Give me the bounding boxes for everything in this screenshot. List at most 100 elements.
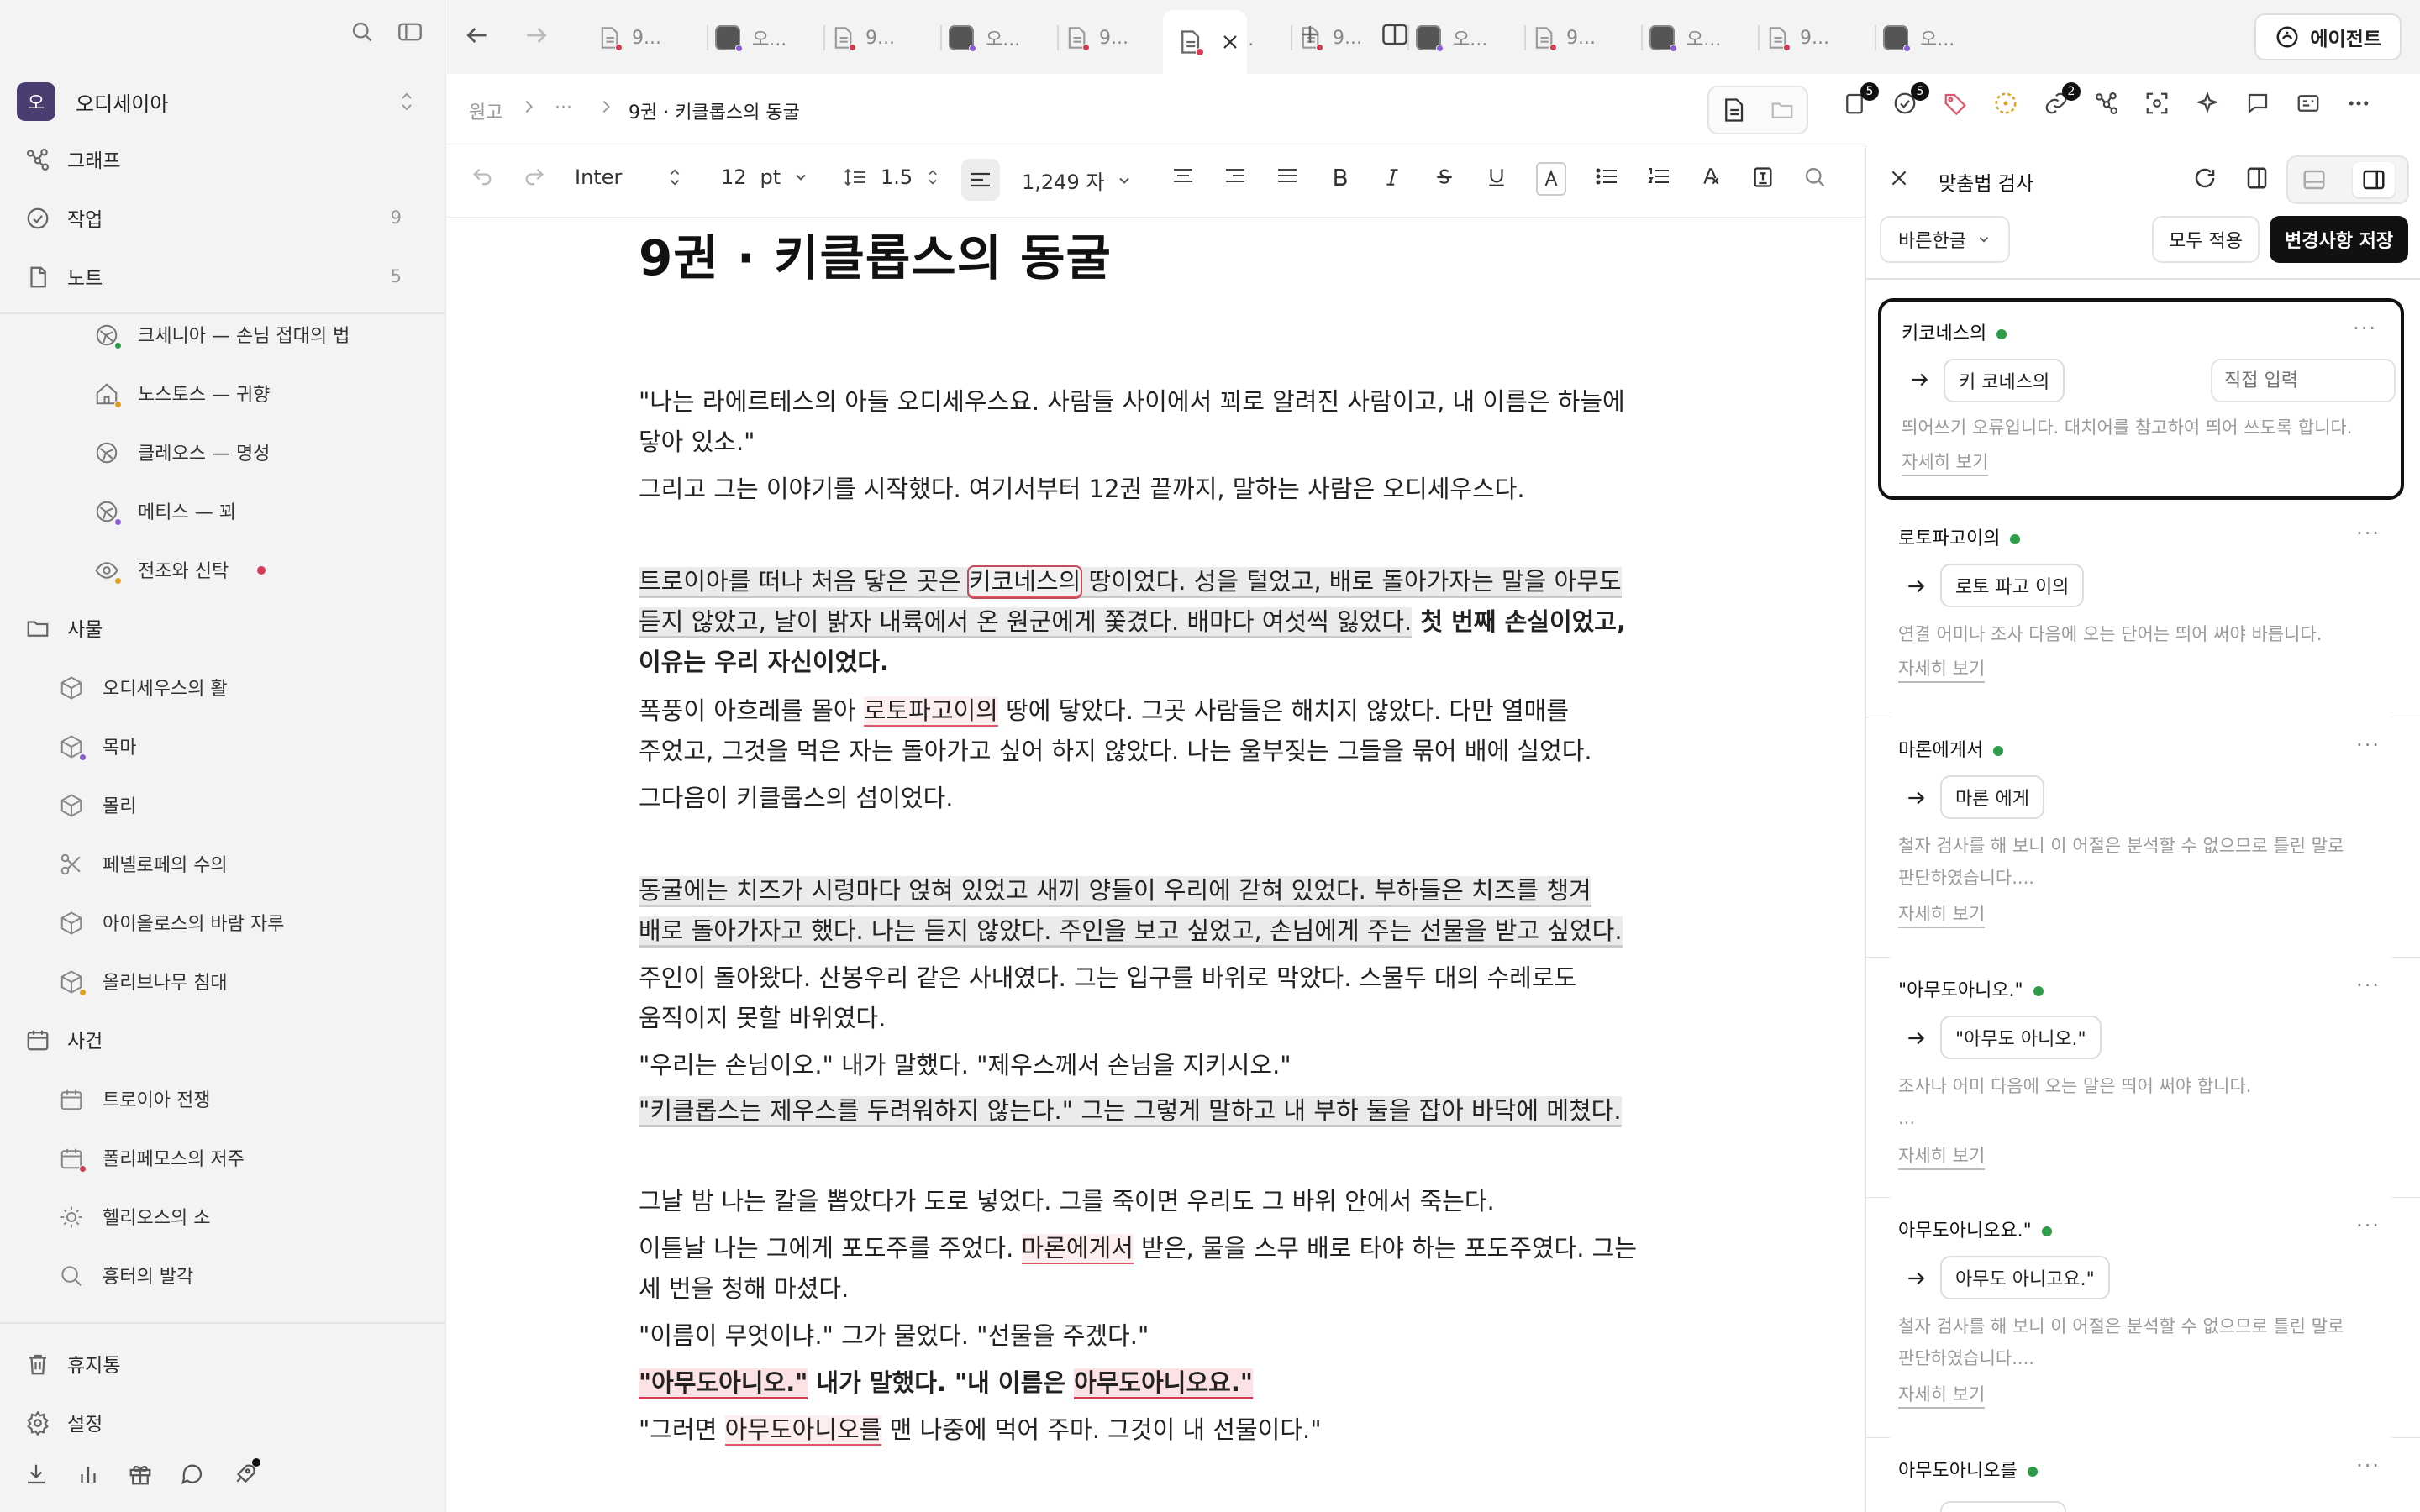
split-view-icon[interactable] [1381,22,1408,47]
spelling-error[interactable]: 아무도아니오를 [724,1415,882,1446]
thing-item[interactable]: 오디세우스의 활 [0,660,437,712]
bullet-list-icon[interactable] [1595,165,1618,187]
details-link[interactable]: 자세히 보기 [1902,449,1989,476]
more-horizontal-icon[interactable]: ··· [2353,317,2377,340]
font-size-select[interactable]: 12 pt [721,165,809,189]
nav-item-notes[interactable]: 노트 5 [0,250,437,302]
id-card-icon[interactable] [2296,91,2321,116]
note-item[interactable]: 전조와 신탁 [0,543,437,595]
more-horizontal-icon[interactable]: ··· [2356,1454,2381,1478]
document-title[interactable]: 9권 · 키클롭스의 동굴 [639,218,1112,289]
apply-all-button[interactable]: 모두 적용 [2152,216,2260,263]
chevron-updown-icon[interactable] [666,165,684,189]
event-item[interactable]: 폴리페모스의 저주 [0,1131,437,1183]
tab[interactable]: 오... [715,17,786,59]
status-circle-icon[interactable] [1993,91,2018,116]
section-events[interactable]: 사건 [0,1013,437,1065]
event-item[interactable]: 트로이아 전쟁 [0,1072,437,1124]
sparkle-icon[interactable] [2195,91,2220,116]
tab[interactable]: 9... [1533,17,1596,59]
suggestion-chip[interactable] [1940,1501,2066,1512]
tab[interactable]: 9... [1065,17,1128,59]
back-arrow-icon[interactable] [464,22,491,49]
spellcheck-panel-icon[interactable] [1751,165,1775,189]
paragraph[interactable]: "나는 라에르테스의 아들 오디세우스요. 사람들 사이에서 꾀로 알려진 사람… [639,381,1681,462]
note-item[interactable]: 크세니아 — 손님 접대의 법 [0,307,437,360]
paragraph[interactable]: "이름이 무엇이냐." 그가 물었다. "선물을 주겠다." [639,1315,1681,1356]
breadcrumb-ellipsis[interactable]: ··· [555,97,572,118]
thing-item[interactable]: 페넬로페의 수의 [0,837,437,889]
task-check-icon[interactable]: 5 [1892,82,1929,116]
thing-item[interactable]: 목마 [0,719,437,771]
chat-bubble-icon[interactable] [180,1462,205,1487]
details-link[interactable]: 자세히 보기 [1898,1143,1986,1170]
paragraph[interactable]: 폭풍이 아흐레를 몰아 로토파고이의 땅에 닿았다. 그곳 사람들은 해치지 않… [639,690,1681,771]
tag-icon[interactable] [1943,91,1968,116]
details-link[interactable]: 자세히 보기 [1898,901,1986,928]
event-item[interactable]: 흉터의 발각 [0,1248,437,1300]
paragraph[interactable]: 그리고 그는 이야기를 시작했다. 여기서부터 12권 끝까지, 말하는 사람은… [639,469,1681,509]
spelling-error[interactable]: 아무도아니오요." [1074,1368,1253,1399]
spelling-error[interactable]: 마론에게서 [1021,1234,1134,1264]
sidebar-toggle-icon[interactable] [397,20,423,44]
tab[interactable]: 9... [832,17,895,59]
document-editor[interactable]: 9권 · 키클롭스의 동굴 "나는 라에르테스의 아들 오디세우스요. 사람들 … [447,218,1865,1512]
paragraph[interactable]: 주인이 돌아왔다. 산봉우리 같은 사내였다. 그는 입구를 바위로 막았다. … [639,958,1681,1038]
thing-item[interactable]: 몰리 [0,778,437,830]
agent-button[interactable]: 에이전트 [2254,13,2402,60]
paragraph[interactable]: "그러면 아무도아니오를 맨 나중에 먹어 주마. 그것이 내 선물이다." [639,1410,1681,1450]
suggestion-card[interactable]: 로토파고이의 ··· 로토 파고 이의 연결 어미나 조사 다음에 오는 단어는… [1878,508,2404,710]
numbered-list-icon[interactable] [1647,165,1670,187]
new-tab-icon[interactable] [1297,22,1323,47]
tab[interactable]: 오... [949,17,1020,59]
engine-select[interactable]: 바른한글 [1880,216,2010,263]
comment-icon[interactable] [2245,91,2270,116]
document-icon[interactable] [1722,97,1745,123]
paragraph[interactable]: 그날 밤 나는 칼을 뽑았다가 도로 넣었다. 그를 죽이면 우리도 그 바위 … [639,1181,1681,1221]
nav-item-trash[interactable]: 휴지통 [0,1337,437,1389]
tab[interactable]: 9... [598,17,661,59]
save-changes-button[interactable]: 변경사항 저장 [2270,216,2409,263]
undo-icon[interactable] [471,165,494,189]
pages-icon[interactable]: 5 [1842,82,1879,116]
paragraph[interactable]: 그다음이 키클롭스의 섬이었다. [639,778,1681,818]
more-horizontal-icon[interactable] [2346,91,2371,116]
redo-icon[interactable] [523,165,546,189]
graph-icon[interactable] [2094,91,2119,116]
layout-right-icon[interactable] [2352,162,2395,197]
rocket-icon[interactable] [232,1458,260,1487]
paragraph[interactable]: "아무도아니오." 내가 말했다. "내 이름은 아무도아니오요." [639,1362,1681,1403]
tab[interactable]: 오... [1649,17,1721,59]
nav-item-tasks[interactable]: 작업 9 [0,192,437,244]
note-item[interactable]: 메티스 — 꾀 [0,484,437,536]
workspace-switcher[interactable]: 오 오디세이아 [17,81,429,123]
details-link[interactable]: 자세히 보기 [1898,1382,1986,1409]
search-icon[interactable] [350,20,374,44]
clear-format-icon[interactable] [1699,165,1723,187]
paragraph[interactable]: 이튿날 나는 그에게 포도주를 주었다. 마론에게서 받은, 물을 스무 배로 … [639,1228,1681,1309]
tab[interactable]: 오... [1416,17,1487,59]
thing-item[interactable]: 올리브나무 침대 [0,954,437,1006]
nav-item-graph[interactable]: 그래프 [0,133,437,185]
suggestion-chip[interactable]: "아무도 아니오." [1940,1016,2102,1059]
paragraph-highlighted[interactable]: 동굴에는 치즈가 시렁마다 얹혀 있었고 새끼 양들이 우리에 갇혀 있었다. … [639,870,1681,951]
align-justify-icon[interactable] [1276,165,1299,186]
paragraph[interactable]: "우리는 손님이오." 내가 말했다. "제우스께서 손님을 지키시오." [639,1045,1681,1085]
section-things[interactable]: 사물 [0,601,437,654]
layout-bottom-icon[interactable] [2302,167,2327,192]
tab[interactable]: 9... [1766,17,1829,59]
breadcrumb-root[interactable]: 원고 [469,97,502,124]
note-item[interactable]: 노스토스 — 귀향 [0,366,437,418]
italic-icon[interactable] [1381,165,1403,189]
tab[interactable]: 오... [1883,17,1954,59]
more-horizontal-icon[interactable]: ··· [2356,1214,2381,1237]
char-count-select[interactable]: 1,249 자 [1022,165,1133,195]
more-horizontal-icon[interactable]: ··· [2356,974,2381,997]
align-center-icon[interactable] [1171,165,1195,186]
text-color-icon[interactable] [1536,162,1566,196]
suggestion-chip[interactable]: 로토 파고 이의 [1940,564,2085,607]
close-icon[interactable] [1220,32,1240,52]
align-left-button[interactable] [961,159,1000,201]
paragraph-highlighted[interactable]: 트로이아를 떠나 처음 닿은 곳은 키코네스의 땅이었다. 성을 털었고, 배로… [639,561,1681,682]
refresh-icon[interactable] [2192,165,2217,191]
